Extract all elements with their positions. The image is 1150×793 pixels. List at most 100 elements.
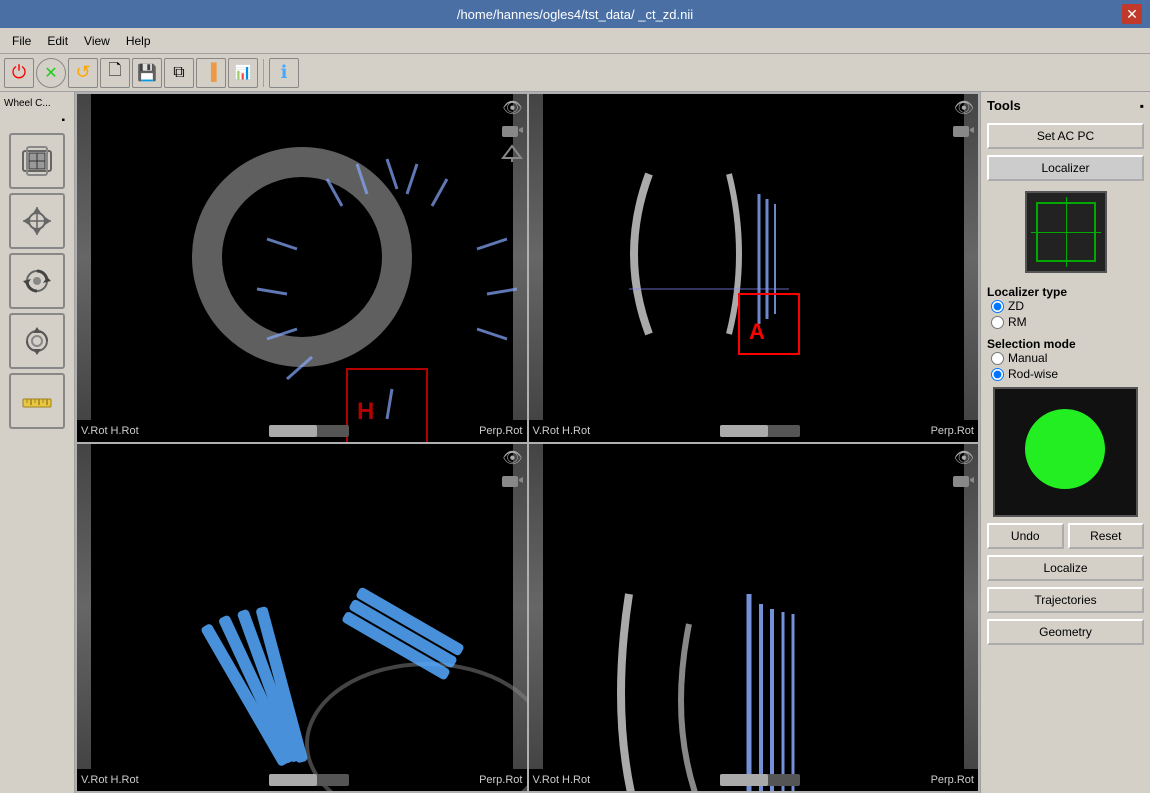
power-button[interactable]: ⏻ (4, 58, 34, 88)
viewport-bottom-right[interactable]: 👁 V.Rot H.Rot Perp.Rot (529, 444, 979, 792)
menubar: File Edit View Help (0, 28, 1150, 54)
sidebar-minimize[interactable]: ▪ (61, 115, 65, 129)
menu-view[interactable]: View (76, 32, 118, 50)
titlebar: /home/hannes/ogles4/tst_data/ _ct_zd.nii… (0, 0, 1150, 28)
vp-tl-camera[interactable] (501, 122, 523, 141)
vp-tr-label-left: V.Rot H.Rot (533, 425, 591, 437)
vp-br-label-left: V.Rot H.Rot (533, 774, 591, 786)
vp-tr-camera[interactable] (952, 122, 974, 141)
rotate-tool-button[interactable] (9, 253, 65, 309)
vp-tl-overlay: H (77, 94, 527, 442)
viewport-top-left[interactable]: H 👁 V.Rot H.Rot Perp.Rot (77, 94, 527, 442)
set-ac-pc-button[interactable]: Set AC PC (987, 123, 1144, 149)
vp-br-hscroll[interactable] (720, 774, 800, 786)
tools-panel-title: Tools (987, 98, 1021, 113)
vp-tl-bottom: V.Rot H.Rot Perp.Rot (77, 420, 527, 442)
vp-tl-icon3[interactable] (501, 144, 523, 165)
selection-mode-rodwise-label: Rod-wise (1008, 367, 1058, 381)
svg-text:A: A (749, 319, 765, 344)
green-circle-preview (993, 387, 1138, 517)
vp-bl-camera[interactable] (501, 472, 523, 491)
vp-tl-label-left: V.Rot H.Rot (81, 425, 139, 437)
vp-bl-label-right: Perp.Rot (479, 774, 522, 786)
vp-tl-label-right: Perp.Rot (479, 425, 522, 437)
vp-br-label-right: Perp.Rot (931, 774, 974, 786)
selection-mode-rodwise-row: Rod-wise (991, 367, 1144, 381)
title-text: /home/hannes/ogles4/tst_data/ _ct_zd.nii (457, 7, 693, 22)
vp-tr-hscroll[interactable] (720, 425, 800, 437)
toolbar: ⏻ ✕ ↺ 🗋 💾 ⧉ ▐ 📊 ℹ (0, 54, 1150, 92)
menu-help[interactable]: Help (118, 32, 159, 50)
localizer-type-label: Localizer type (987, 285, 1144, 299)
layers-icon (19, 143, 55, 179)
selection-mode-rodwise-radio[interactable] (991, 368, 1004, 381)
layers-button[interactable]: ⧉ (164, 58, 194, 88)
green-circle (1025, 409, 1105, 489)
move-tool-button[interactable] (9, 193, 65, 249)
toolbar-separator (263, 59, 264, 87)
sidebar-label: Wheel C... (0, 96, 74, 111)
selection-mode-manual-label: Manual (1008, 351, 1047, 365)
refresh-button[interactable]: ↺ (68, 58, 98, 88)
selection-mode-options: Manual Rod-wise (987, 351, 1144, 381)
tools-header: Tools ▪ (987, 98, 1144, 113)
ruler-tool-button[interactable] (9, 373, 65, 429)
menu-file[interactable]: File (4, 32, 39, 50)
vp-br-bottom: V.Rot H.Rot Perp.Rot (529, 769, 979, 791)
viewport-grid: H 👁 V.Rot H.Rot Perp.Rot (77, 94, 978, 791)
vp-bl-electrodes (77, 444, 527, 792)
tools-panel: Tools ▪ Set AC PC Localizer Localizer ty… (980, 92, 1150, 793)
vp-br-electrodes (529, 444, 979, 792)
viewport-top-right[interactable]: A 👁 V.Rot H.Rot Perp.Rot (529, 94, 979, 442)
vp-tr-label-right: Perp.Rot (931, 425, 974, 437)
localizer-button[interactable]: Localizer (987, 155, 1144, 181)
localizer-preview (1025, 191, 1107, 273)
localizer-type-zd-label: ZD (1008, 299, 1024, 313)
geometry-button[interactable]: Geometry (987, 619, 1144, 645)
rotate-icon (19, 263, 55, 299)
vp-bl-bottom: V.Rot H.Rot Perp.Rot (77, 769, 527, 791)
localizer-type-rm-label: RM (1008, 315, 1027, 329)
bar-button[interactable]: 📊 (228, 58, 258, 88)
chart-button[interactable]: ▐ (196, 58, 226, 88)
stop-button[interactable]: ✕ (36, 58, 66, 88)
localizer-type-zd-row: ZD (991, 299, 1144, 313)
localize-button[interactable]: Localize (987, 555, 1144, 581)
save-button[interactable]: 💾 (132, 58, 162, 88)
info-button[interactable]: ℹ (269, 58, 299, 88)
left-sidebar: Wheel C... ▪ (0, 92, 75, 793)
reset-button[interactable]: Reset (1068, 523, 1145, 549)
localizer-type-section: Localizer type ZD RM (987, 283, 1144, 329)
selection-mode-label: Selection mode (987, 337, 1144, 351)
selection-mode-section: Selection mode Manual Rod-wise (987, 335, 1144, 381)
vp-tr-eye[interactable]: 👁 (954, 98, 974, 118)
menu-edit[interactable]: Edit (39, 32, 76, 50)
vp-br-camera[interactable] (952, 472, 974, 491)
action-buttons-row: Undo Reset (987, 523, 1144, 549)
move-icon (19, 203, 55, 239)
main-layout: Wheel C... ▪ (0, 92, 1150, 793)
vp-tl-eye[interactable]: 👁 (502, 98, 522, 118)
vp-tr-overlay: A (529, 94, 979, 442)
localizer-type-rm-radio[interactable] (991, 316, 1004, 329)
vp-bl-label-left: V.Rot H.Rot (81, 774, 139, 786)
vp-bl-eye[interactable]: 👁 (502, 448, 522, 468)
vp-br-eye[interactable]: 👁 (954, 448, 974, 468)
center-content: H 👁 V.Rot H.Rot Perp.Rot (75, 92, 980, 793)
selection-mode-manual-row: Manual (991, 351, 1144, 365)
close-button[interactable]: ✕ (1122, 4, 1142, 24)
camera-tool-button[interactable] (9, 313, 65, 369)
file-button[interactable]: 🗋 (100, 58, 130, 88)
undo-button[interactable]: Undo (987, 523, 1064, 549)
tools-panel-expand[interactable]: ▪ (1140, 99, 1144, 113)
layers-tool-button[interactable] (9, 133, 65, 189)
vp-bl-hscroll[interactable] (269, 774, 349, 786)
localizer-type-rm-row: RM (991, 315, 1144, 329)
viewport-bottom-left[interactable]: 👁 V.Rot H.Rot Perp.Rot (77, 444, 527, 792)
localizer-type-zd-radio[interactable] (991, 300, 1004, 313)
trajectories-button[interactable]: Trajectories (987, 587, 1144, 613)
localizer-crosshair-v (1066, 197, 1067, 267)
vp-tr-bottom: V.Rot H.Rot Perp.Rot (529, 420, 979, 442)
selection-mode-manual-radio[interactable] (991, 352, 1004, 365)
vp-tl-hscroll[interactable] (269, 425, 349, 437)
